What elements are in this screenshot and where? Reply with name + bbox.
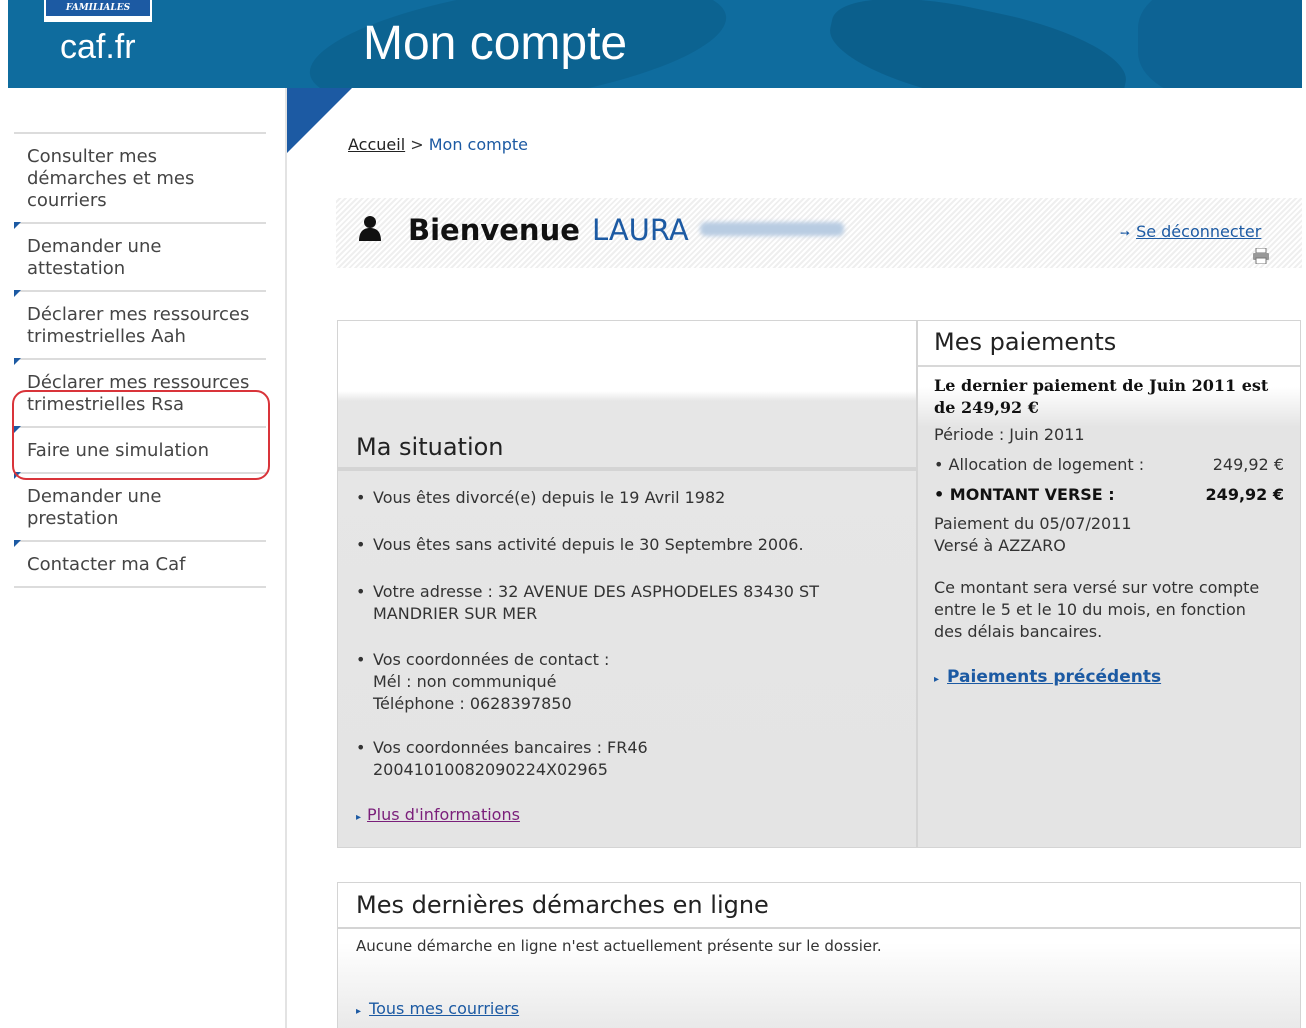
section-title: Mes paiements — [934, 328, 1117, 356]
sidebar-item-label: Déclarer mes ressources trimestrielles A… — [27, 304, 250, 347]
section-divider — [338, 467, 916, 471]
payment-recipient: Versé à AZZARO — [934, 536, 1066, 555]
redacted-last-name — [700, 222, 844, 236]
logout-icon: ➙ — [1120, 226, 1131, 240]
sidebar-item-ressources-aah[interactable]: Déclarer mes ressources trimestrielles A… — [14, 290, 266, 358]
site-header: FAMILIALES caf.fr Mon compte — [8, 0, 1302, 88]
bullet-icon: • — [356, 738, 366, 757]
payment-date-text: Paiement du 05/07/2011 — [934, 514, 1132, 533]
corner-decoration — [286, 88, 352, 154]
situation-text: Mél : non communiqué — [373, 672, 557, 691]
payment-period: Période : Juin 2011 — [934, 425, 1085, 444]
situation-text: Votre adresse : 32 AVENUE DES ASPHODELES… — [373, 582, 819, 623]
logo-tag: FAMILIALES — [44, 0, 152, 22]
corner-marker-icon — [14, 540, 21, 547]
welcome-banner: Bienvenue LAURA ➙ Se déconnecter — [336, 198, 1302, 268]
payment-date: Paiement du 05/07/2011 Versé à AZZARO — [934, 513, 1132, 557]
situation-item: • Votre adresse : 32 AVENUE DES ASPHODEL… — [356, 581, 886, 625]
payment-row-label: • MONTANT VERSE : — [934, 485, 1115, 504]
sidebar-item-consulter[interactable]: Consulter mes démarches et mes courriers — [14, 132, 266, 222]
payment-note: Ce montant sera versé sur votre compte e… — [934, 578, 1260, 641]
bullet-icon: • — [356, 582, 366, 601]
section-title: Mes dernières démarches en ligne — [356, 891, 769, 919]
situation-text: Vos coordonnées bancaires : FR46 2004101… — [373, 738, 648, 779]
situation-text: Téléphone : 0628397850 — [373, 694, 572, 713]
courriers-link-row: ▸ Tous mes courriers — [356, 999, 519, 1018]
situation-item: • Vos coordonnées de contact : Mél : non… — [356, 649, 896, 715]
sidebar-item-attestation[interactable]: Demander une attestation — [14, 222, 266, 290]
welcome-label: Bienvenue — [408, 213, 580, 247]
situation-section: Ma situation • Vous êtes divorcé(e) depu… — [338, 321, 918, 847]
situation-text: Vous êtes sans activité depuis le 30 Sep… — [373, 535, 804, 554]
situation-text: Vos coordonnées de contact : — [373, 650, 610, 669]
sidebar-nav: Consulter mes démarches et mes courriers… — [14, 132, 266, 588]
payments-header: Mes paiements — [918, 321, 1300, 367]
breadcrumb-home-link[interactable]: Accueil — [348, 135, 405, 154]
situation-item: • Vous êtes divorcé(e) depuis le 19 Avri… — [356, 487, 896, 509]
breadcrumb: Accueil > Mon compte — [348, 135, 528, 154]
highlight-annotation — [12, 390, 270, 480]
sidebar-item-label: Consulter mes démarches et mes courriers — [27, 146, 195, 211]
payment-row-label: • Allocation de logement : — [934, 455, 1145, 474]
payment-label-text: Allocation de logement : — [948, 455, 1145, 474]
last-payment: Le dernier paiement de Juin 2011 est de … — [934, 376, 1269, 417]
corner-marker-icon — [14, 290, 21, 297]
sidebar-divider — [285, 88, 287, 1028]
breadcrumb-separator: > — [410, 135, 424, 154]
situation-item: • Vos coordonnées bancaires : FR46 20041… — [356, 737, 696, 781]
site-logo[interactable]: caf.fr — [60, 28, 136, 67]
corner-marker-icon — [14, 222, 21, 229]
corner-marker-icon — [14, 358, 21, 365]
payments-body: Le dernier paiement de Juin 2011 est de … — [918, 367, 1300, 847]
arrow-icon: ▸ — [356, 1006, 362, 1017]
sidebar-item-label: Demander une attestation — [27, 236, 162, 279]
more-info-link[interactable]: Plus d'informations — [367, 805, 520, 824]
logo-tag-text: FAMILIALES — [46, 0, 150, 16]
more-info: ▸ Plus d'informations — [356, 805, 520, 824]
user-first-name: LAURA — [592, 213, 689, 247]
empty-message: Aucune démarche en ligne n'est actuellem… — [356, 937, 882, 955]
bullet-icon: • — [356, 650, 366, 669]
page-title: Mon compte — [363, 17, 628, 70]
courriers-link[interactable]: Tous mes courriers — [369, 999, 519, 1018]
breadcrumb-current: Mon compte — [428, 135, 528, 154]
bullet-icon: • — [356, 488, 366, 507]
user-icon — [359, 216, 381, 241]
account-panel: Ma situation • Vous êtes divorcé(e) depu… — [337, 320, 1301, 848]
sidebar-item-contact[interactable]: Contacter ma Caf — [14, 540, 266, 588]
situation-text: Vous êtes divorcé(e) depuis le 19 Avril … — [373, 488, 726, 507]
previous-payments: ▸ Paiements précédents — [934, 667, 1161, 687]
logout-link[interactable]: ➙ Se déconnecter — [1120, 222, 1261, 241]
print-icon[interactable] — [1252, 248, 1270, 264]
sidebar-item-prestation[interactable]: Demander une prestation — [14, 472, 266, 540]
payment-amount: 249,92 € — [1212, 455, 1284, 474]
sidebar-item-label: Contacter ma Caf — [27, 554, 186, 575]
section-divider — [338, 927, 1300, 929]
payment-label-text: MONTANT VERSE : — [949, 485, 1115, 504]
situation-item: • Vous êtes sans activité depuis le 30 S… — [356, 534, 896, 556]
previous-payments-link[interactable]: Paiements précédents — [947, 667, 1161, 687]
section-title: Ma situation — [356, 433, 504, 461]
payments-section: Mes paiements Le dernier paiement de Jui… — [918, 321, 1300, 847]
payment-amount: 249,92 € — [1205, 485, 1284, 504]
arrow-icon: ▸ — [934, 674, 940, 685]
sidebar-item-label: Demander une prestation — [27, 486, 162, 529]
bullet-icon: • — [356, 535, 366, 554]
demarches-section: Mes dernières démarches en ligne Aucune … — [337, 882, 1301, 1028]
header-decoration — [821, 0, 1135, 88]
logout-label: Se déconnecter — [1136, 222, 1262, 241]
arrow-icon: ▸ — [356, 812, 362, 823]
header-decoration — [1138, 0, 1302, 88]
